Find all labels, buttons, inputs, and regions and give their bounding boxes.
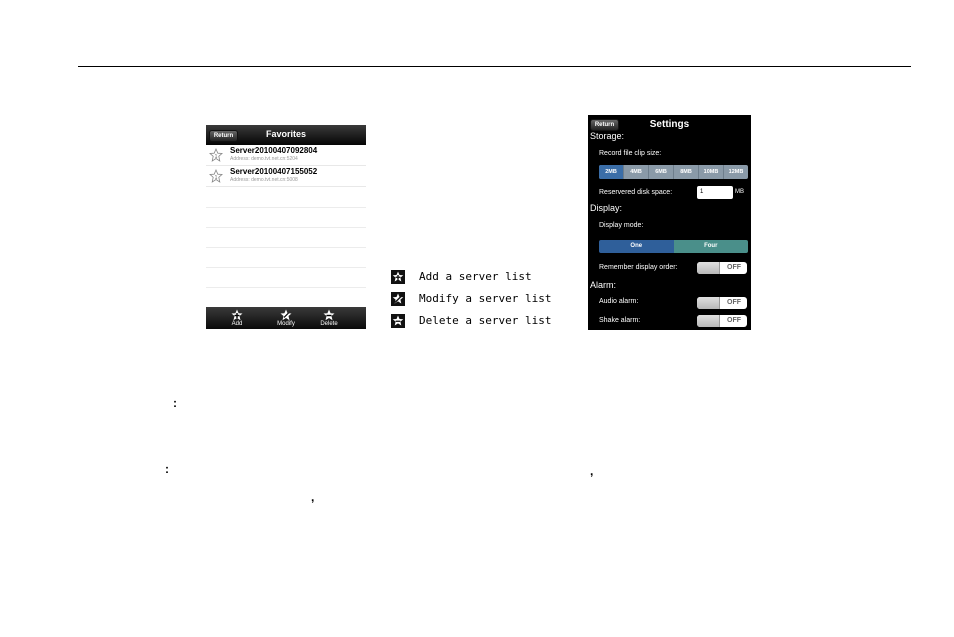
settings-title: Settings (649, 119, 690, 130)
server-address: Address: demo.tvt.net.cn:5204 (230, 156, 298, 162)
server-name: Server20100407092804 (230, 146, 318, 155)
legend-label: Delete a server list (419, 314, 552, 327)
server-row[interactable]: 1 Server20100407092804 Address: demo.tvt… (206, 145, 366, 166)
clip-size-label: Record file clip size: (599, 150, 662, 157)
display-heading: Display: (590, 203, 623, 213)
disk-space-label: Reservered disk space: (599, 189, 673, 196)
add-label: Add (231, 321, 243, 327)
legend-item-add: Add a server list (391, 269, 561, 285)
shake-alarm-toggle[interactable]: OFF (697, 315, 747, 327)
punctuation-comma: , (311, 490, 315, 504)
empty-row-divider (206, 287, 366, 288)
server-star-icon: 1 (209, 169, 223, 183)
clip-size-option[interactable]: 8MB (674, 165, 699, 179)
display-mode-option[interactable]: Four (673, 240, 748, 253)
audio-alarm-label: Audio alarm: (599, 298, 639, 305)
empty-row-divider (206, 227, 366, 228)
add-star-icon (231, 309, 243, 321)
legend-label: Modify a server list (419, 292, 552, 305)
punctuation-colon: : (165, 462, 169, 476)
clip-size-selector: 2MB 4MB 6MB 8MB 10MB 12MB (599, 165, 748, 179)
display-mode-option[interactable]: One (599, 240, 674, 253)
clip-size-option[interactable]: 10MB (699, 165, 724, 179)
delete-button[interactable]: Delete (309, 307, 349, 329)
delete-star-icon (323, 309, 335, 321)
shake-alarm-label: Shake alarm: (599, 317, 641, 324)
delete-star-icon (391, 314, 405, 328)
server-star-icon: 1 (209, 148, 223, 162)
svg-text:1: 1 (215, 175, 218, 181)
clip-size-option[interactable]: 2MB (599, 165, 624, 179)
header-rule (78, 66, 911, 67)
storage-heading: Storage: (590, 131, 625, 141)
disk-space-input[interactable]: 1 (697, 186, 733, 199)
audio-alarm-toggle[interactable]: OFF (697, 297, 747, 309)
modify-label: Modify (277, 321, 295, 327)
legend-item-delete: Delete a server list (391, 313, 561, 329)
alarm-heading: Alarm: (590, 280, 617, 290)
toggle-state: OFF (727, 299, 741, 306)
clip-size-option[interactable]: 4MB (624, 165, 649, 179)
delete-label: Delete (320, 321, 338, 327)
punctuation-comma: , (590, 464, 594, 478)
punctuation-colon: : (173, 396, 177, 410)
toggle-knob (697, 262, 720, 274)
clip-size-option[interactable]: 12MB (724, 165, 748, 179)
remember-order-label: Remember display order: (599, 264, 678, 271)
toggle-state: OFF (727, 317, 741, 324)
settings-screen: Return Settings Storage: Record file cli… (588, 115, 751, 330)
modify-star-icon (391, 292, 405, 306)
empty-row-divider (206, 267, 366, 268)
favorites-toolbar: Add Modify Delete (206, 307, 366, 329)
empty-row-divider (206, 247, 366, 248)
favorites-title: Favorites (265, 129, 307, 139)
display-mode-selector: One Four (599, 240, 748, 253)
toggle-state: OFF (727, 264, 741, 271)
empty-row-divider (206, 207, 366, 208)
toggle-knob (697, 315, 720, 327)
server-name: Server20100407155052 (230, 167, 318, 176)
modify-button[interactable]: Modify (266, 307, 306, 329)
remember-order-toggle[interactable]: OFF (697, 262, 747, 274)
modify-star-icon (280, 309, 292, 321)
clip-size-option[interactable]: 6MB (649, 165, 674, 179)
add-star-icon (391, 270, 405, 284)
display-mode-label: Display mode: (599, 222, 644, 229)
legend-label: Add a server list (419, 270, 532, 283)
add-button[interactable]: Add (217, 307, 257, 329)
legend-item-modify: Modify a server list (391, 291, 561, 307)
favorites-title-bar: Return Favorites (206, 125, 366, 145)
toggle-knob (697, 297, 720, 309)
server-row[interactable]: 1 Server20100407155052 Address: demo.tvt… (206, 166, 366, 187)
server-address: Address: demo.tvt.net.cn:5008 (230, 177, 298, 183)
svg-text:1: 1 (215, 154, 218, 160)
disk-space-unit: MB (735, 189, 744, 195)
favorites-screen: Return Favorites 1 Server20100407092804 … (206, 125, 366, 329)
